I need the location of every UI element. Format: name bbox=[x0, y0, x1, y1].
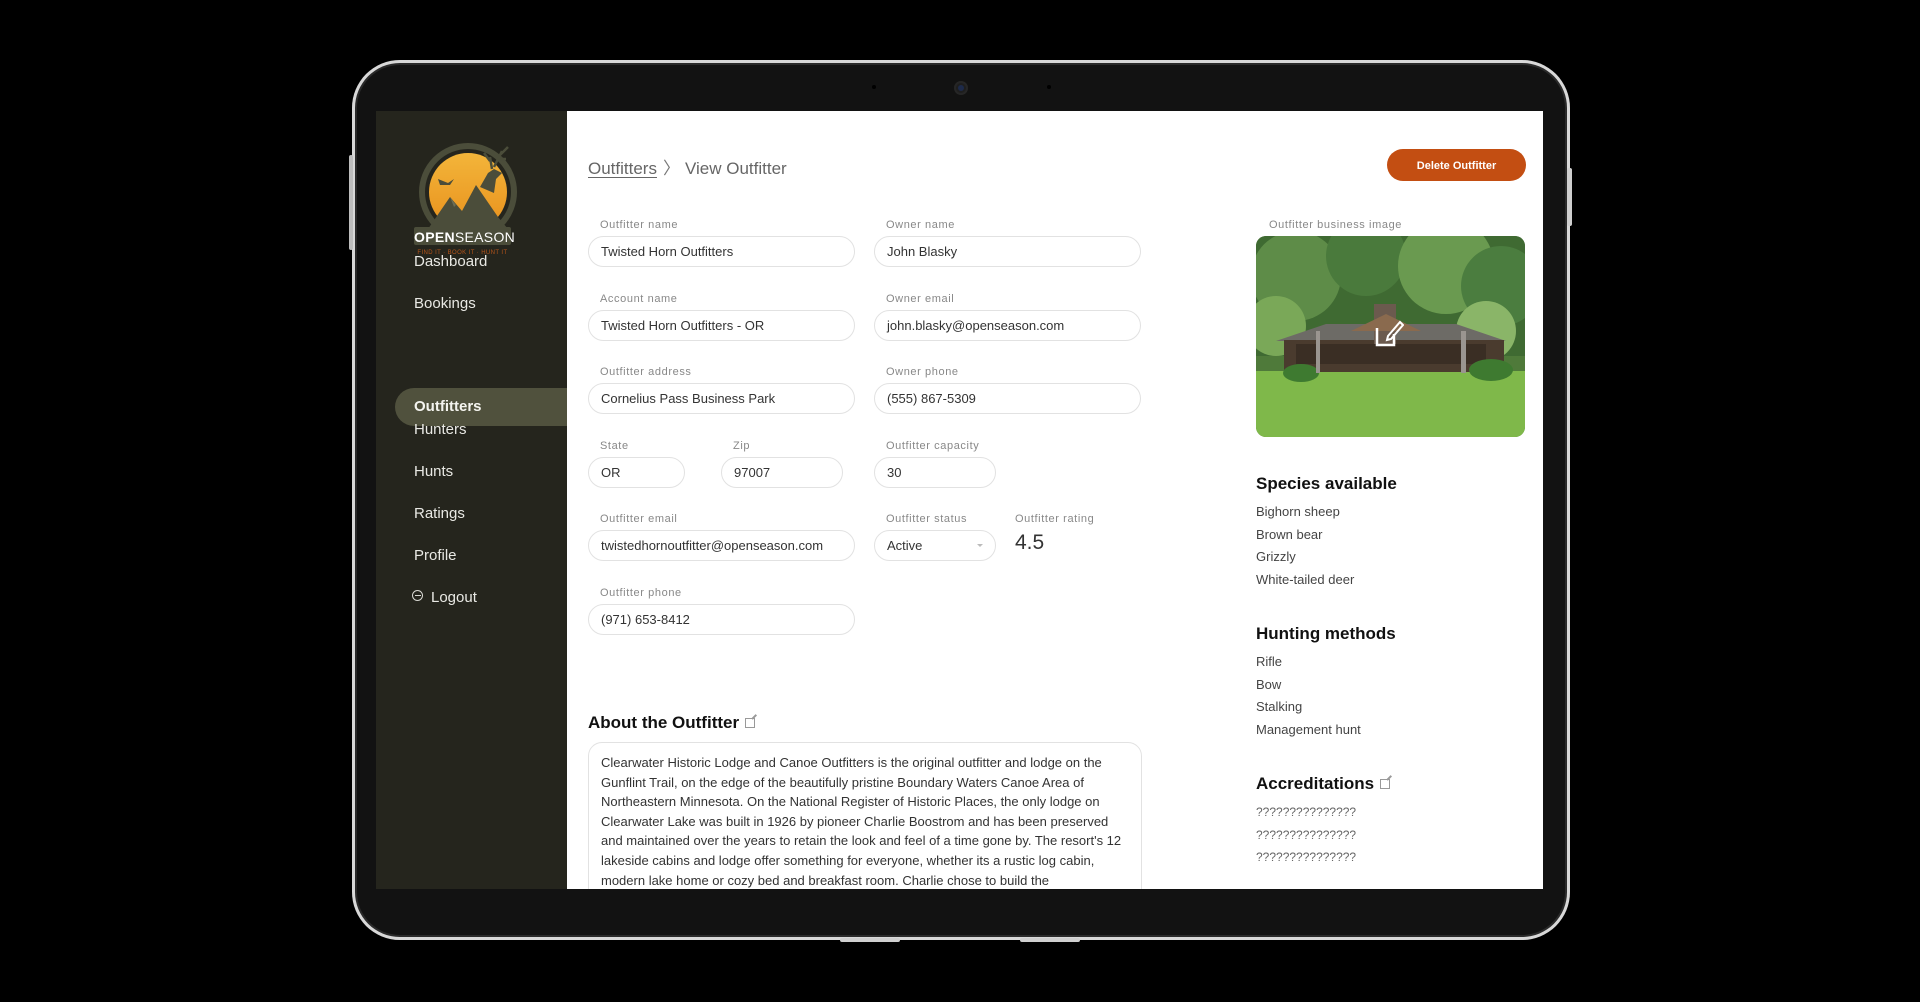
sidebar-item-ratings[interactable]: Ratings bbox=[395, 495, 567, 533]
breadcrumb: Outfitters 〉 View Outfitter bbox=[588, 154, 787, 179]
outfitter-capacity-label: Outfitter capacity bbox=[886, 440, 980, 452]
sidebar: OPENSEASON FIND IT · BOOK IT · HUNT IT D… bbox=[376, 111, 567, 889]
outfitter-name-input[interactable]: Twisted Horn Outfitters bbox=[588, 236, 855, 267]
sidebar-item-bookings[interactable]: Bookings bbox=[395, 285, 567, 323]
outfitter-status-value: Active bbox=[887, 538, 923, 553]
owner-phone-input[interactable]: (555) 867-5309 bbox=[874, 383, 1141, 414]
state-input[interactable]: OR bbox=[588, 457, 685, 488]
state-label: State bbox=[600, 440, 629, 452]
outfitter-status-label: Outfitter status bbox=[886, 513, 968, 525]
tablet-bottom-button bbox=[840, 938, 900, 942]
chevron-right-icon: 〉 bbox=[662, 159, 680, 178]
outfitter-rating-label: Outfitter rating bbox=[1015, 513, 1095, 525]
outfitter-address-label: Outfitter address bbox=[600, 366, 692, 378]
sidebar-item-logout[interactable]: Logout bbox=[395, 579, 567, 617]
owner-name-label: Owner name bbox=[886, 219, 955, 231]
species-item: Bighorn sheep bbox=[1256, 504, 1340, 519]
tablet-side-button-left bbox=[349, 155, 353, 250]
logout-label: Logout bbox=[431, 589, 477, 606]
hunting-methods-heading: Hunting methods bbox=[1256, 624, 1396, 643]
method-item: Management hunt bbox=[1256, 721, 1361, 737]
app-screen: OPENSEASON FIND IT · BOOK IT · HUNT IT D… bbox=[376, 111, 1543, 889]
account-name-input[interactable]: Twisted Horn Outfitters - OR bbox=[588, 310, 855, 341]
breadcrumb-current: View Outfitter bbox=[684, 159, 787, 178]
species-item: Brown bear bbox=[1256, 526, 1323, 542]
sidebar-item-dashboard[interactable]: Dashboard bbox=[395, 243, 567, 281]
edit-icon[interactable] bbox=[745, 718, 756, 728]
about-title: About the Outfitter bbox=[588, 713, 740, 732]
method-item: Rifle bbox=[1256, 654, 1283, 669]
owner-phone-label: Owner phone bbox=[886, 366, 959, 378]
species-item: Grizzly bbox=[1256, 549, 1296, 564]
breadcrumb-outfitters-link[interactable]: Outfitters bbox=[588, 159, 657, 178]
method-item: Stalking bbox=[1256, 699, 1303, 714]
outfitter-address-input[interactable]: Cornelius Pass Business Park bbox=[588, 383, 855, 414]
species-heading: Species available bbox=[1256, 474, 1397, 493]
accreditations-title: Accreditations bbox=[1256, 774, 1375, 793]
sidebar-item-hunts[interactable]: Hunts bbox=[395, 453, 567, 491]
accreditations-list: ??????????????? ??????????????? ????????… bbox=[1256, 801, 1356, 869]
owner-email-input[interactable]: john.blasky@openseason.com bbox=[874, 310, 1141, 341]
zip-label: Zip bbox=[733, 440, 751, 452]
outfitter-capacity-input[interactable]: 30 bbox=[874, 457, 996, 488]
tablet-side-button bbox=[1567, 168, 1572, 226]
camera-icon bbox=[954, 81, 968, 95]
sensor-dot bbox=[872, 85, 876, 89]
method-item: Bow bbox=[1256, 676, 1282, 692]
sidebar-item-hunters[interactable]: Hunters bbox=[395, 411, 567, 449]
outfitter-email-label: Outfitter email bbox=[600, 513, 678, 525]
outfitter-email-input[interactable]: twistedhornoutfitter@openseason.com bbox=[588, 530, 855, 561]
owner-email-label: Owner email bbox=[886, 293, 955, 305]
tablet-bottom-button bbox=[1020, 938, 1080, 942]
about-heading: About the Outfitter bbox=[588, 713, 756, 733]
edit-image-icon[interactable] bbox=[1374, 318, 1404, 348]
zip-input[interactable]: 97007 bbox=[721, 457, 843, 488]
accreditation-item: ??????????????? bbox=[1256, 827, 1357, 842]
outfitter-status-select[interactable]: Active bbox=[874, 530, 996, 561]
outfitter-name-label: Outfitter name bbox=[600, 219, 679, 231]
delete-outfitter-button[interactable]: Delete Outfitter bbox=[1387, 149, 1526, 181]
chevron-down-icon bbox=[977, 544, 983, 547]
owner-name-input[interactable]: John Blasky bbox=[874, 236, 1141, 267]
species-list: Bighorn sheep Brown bear Grizzly White-t… bbox=[1256, 501, 1354, 591]
outfitter-rating-value: 4.5 bbox=[1015, 531, 1045, 554]
hunting-methods-list: Rifle Bow Stalking Management hunt bbox=[1256, 651, 1361, 741]
account-name-label: Account name bbox=[600, 293, 678, 305]
edit-icon[interactable] bbox=[1380, 779, 1391, 789]
sensor-dot bbox=[1047, 85, 1051, 89]
sidebar-item-profile[interactable]: Profile bbox=[395, 537, 567, 575]
business-image[interactable] bbox=[1256, 236, 1525, 437]
outfitter-phone-input[interactable]: (971) 653-8412 bbox=[588, 604, 855, 635]
species-item: White-tailed deer bbox=[1256, 571, 1355, 587]
about-textarea[interactable]: Clearwater Historic Lodge and Canoe Outf… bbox=[588, 742, 1142, 889]
accreditation-item: ??????????????? bbox=[1256, 850, 1357, 864]
accreditations-heading: Accreditations bbox=[1256, 774, 1391, 794]
logout-icon bbox=[412, 590, 423, 601]
outfitter-phone-label: Outfitter phone bbox=[600, 587, 682, 599]
business-image-label: Outfitter business image bbox=[1269, 219, 1403, 231]
accreditation-item: ??????????????? bbox=[1256, 805, 1357, 819]
